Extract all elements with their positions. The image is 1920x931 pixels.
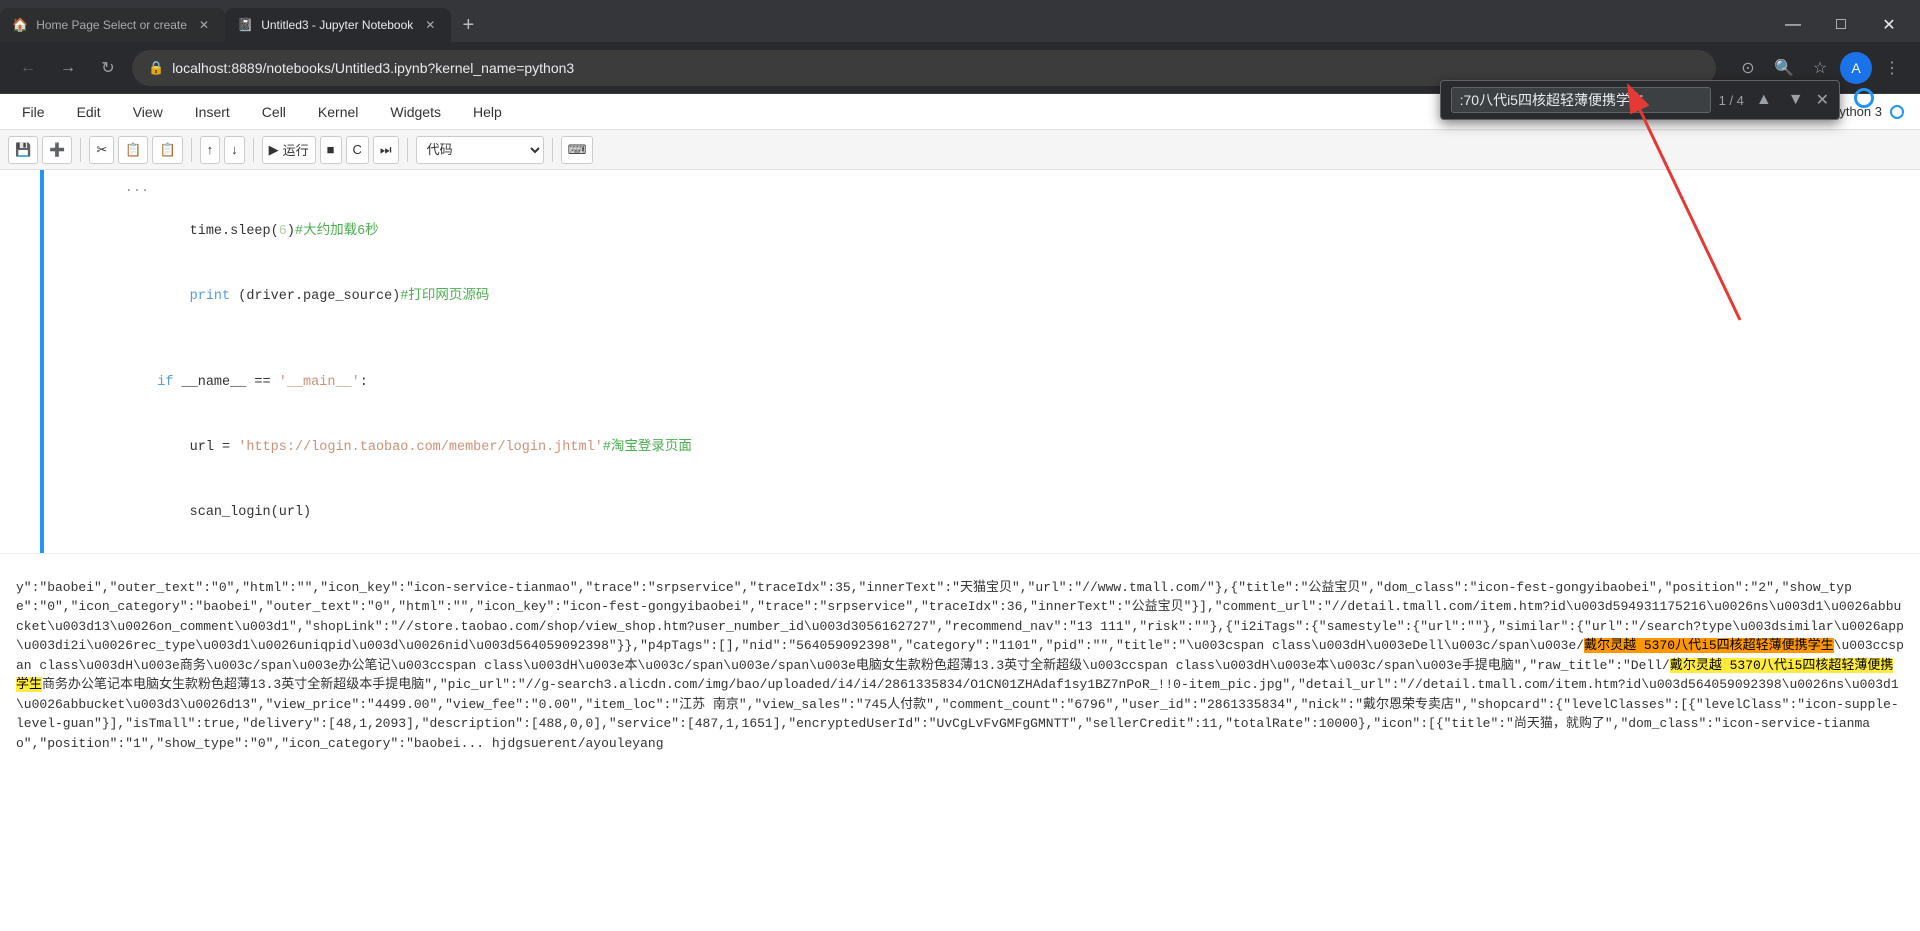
cut-button[interactable]: ✂	[89, 136, 114, 164]
menu-file[interactable]: File	[16, 100, 51, 124]
tab-home[interactable]: 🏠 Home Page Select or create ✕	[0, 8, 225, 42]
tab-jupyter[interactable]: 📓 Untitled3 - Jupyter Notebook ✕	[225, 8, 451, 42]
code-line-blank	[44, 329, 1920, 351]
stop-button[interactable]: ■	[320, 136, 342, 164]
menu-edit[interactable]: Edit	[71, 100, 107, 124]
copy-button[interactable]: 📋	[118, 136, 148, 164]
lock-icon: 🔒	[148, 60, 164, 76]
menu-widgets[interactable]: Widgets	[384, 100, 447, 124]
keyboard-shortcut-button[interactable]: ⌨	[561, 136, 594, 164]
code-line-scan: scan_login(url)	[44, 480, 1920, 545]
code-cell[interactable]: ... time.sleep(6)#大约加载6秒 print (driver.p…	[40, 170, 1920, 553]
refresh-button[interactable]: ↻	[92, 52, 124, 84]
code-line-main: if __name__ == '__main__':	[44, 351, 1920, 416]
restart-run-button[interactable]: ⏭	[373, 136, 399, 164]
toolbar-separator-2	[191, 138, 192, 162]
profile-icon[interactable]: A	[1840, 52, 1872, 84]
main-content: ... time.sleep(6)#大约加载6秒 print (driver.p…	[0, 170, 1920, 931]
menu-help[interactable]: Help	[467, 100, 508, 124]
save-button[interactable]: 💾	[8, 136, 38, 164]
bookmark-icon[interactable]: ☆	[1804, 52, 1836, 84]
output-text: y":"baobei","outer_text":"0","html":"","…	[0, 554, 1920, 777]
browser-actions: ⊙ 🔍 ☆ A ⋮	[1732, 52, 1908, 84]
code-line-print: print (driver.page_source)#打印网页源码	[44, 264, 1920, 329]
forward-button[interactable]: →	[52, 52, 84, 84]
move-down-button[interactable]: ↓	[224, 136, 245, 164]
notebook-toolbar: 💾 ➕ ✂ 📋 📋 ↑ ↓ ▶ 运行 ■ C ⏭ 代码 Markdown Raw…	[0, 130, 1920, 170]
tab-jupyter-close[interactable]: ✕	[421, 16, 439, 34]
tab-home-title: Home Page Select or create	[36, 18, 187, 32]
tab-home-close[interactable]: ✕	[195, 16, 213, 34]
maximize-button[interactable]: □	[1818, 8, 1864, 42]
menu-view[interactable]: View	[127, 100, 169, 124]
tab-bar: 🏠 Home Page Select or create ✕ 📓 Untitle…	[0, 0, 1920, 42]
search-close-button[interactable]: ✕	[1816, 90, 1829, 110]
restart-button[interactable]: C	[346, 136, 369, 164]
menu-cell[interactable]: Cell	[256, 100, 292, 124]
code-line-sleep: time.sleep(6)#大约加载6秒	[44, 200, 1920, 265]
toolbar-separator-4	[407, 138, 408, 162]
kernel-busy-indicator	[1854, 88, 1874, 108]
run-icon: ▶	[269, 142, 279, 158]
toolbar-separator-5	[552, 138, 553, 162]
paste-button[interactable]: 📋	[152, 136, 182, 164]
cell-type-select[interactable]: 代码 Markdown Raw NBConvert	[416, 136, 544, 164]
tab-jupyter-title: Untitled3 - Jupyter Notebook	[261, 18, 413, 32]
back-button[interactable]: ←	[12, 52, 44, 84]
code-line-url: url = 'https://login.taobao.com/member/l…	[44, 416, 1920, 481]
run-label: 运行	[283, 140, 309, 159]
toolbar-separator-1	[80, 138, 81, 162]
search-prev-button[interactable]: ▲	[1752, 89, 1776, 111]
search-next-button[interactable]: ▼	[1784, 89, 1808, 111]
search-input[interactable]	[1451, 87, 1711, 113]
toolbar-separator-3	[253, 138, 254, 162]
lens-icon[interactable]: ⊙	[1732, 52, 1764, 84]
minimize-button[interactable]: —	[1770, 8, 1816, 42]
code-line-truncated: ...	[44, 178, 1920, 200]
close-button[interactable]: ✕	[1866, 8, 1912, 42]
url-display: localhost:8889/notebooks/Untitled3.ipynb…	[172, 60, 1700, 76]
move-up-button[interactable]: ↑	[200, 136, 221, 164]
extensions-icon[interactable]: ⋮	[1876, 52, 1908, 84]
new-tab-button[interactable]: +	[451, 8, 485, 42]
output-area: y":"baobei","outer_text":"0","html":"","…	[0, 553, 1920, 931]
add-cell-button[interactable]: ➕	[42, 136, 72, 164]
search-count: 1 / 4	[1719, 93, 1744, 108]
window-controls: — □ ✕	[1762, 8, 1920, 42]
search-action[interactable]: 🔍	[1768, 52, 1800, 84]
search-overlay: 1 / 4 ▲ ▼ ✕	[1440, 80, 1840, 120]
menu-kernel[interactable]: Kernel	[312, 100, 364, 124]
tab-home-icon: 🏠	[12, 17, 28, 33]
tab-jupyter-icon: 📓	[237, 17, 253, 33]
run-button[interactable]: ▶ 运行	[262, 136, 316, 164]
menu-insert[interactable]: Insert	[189, 100, 236, 124]
